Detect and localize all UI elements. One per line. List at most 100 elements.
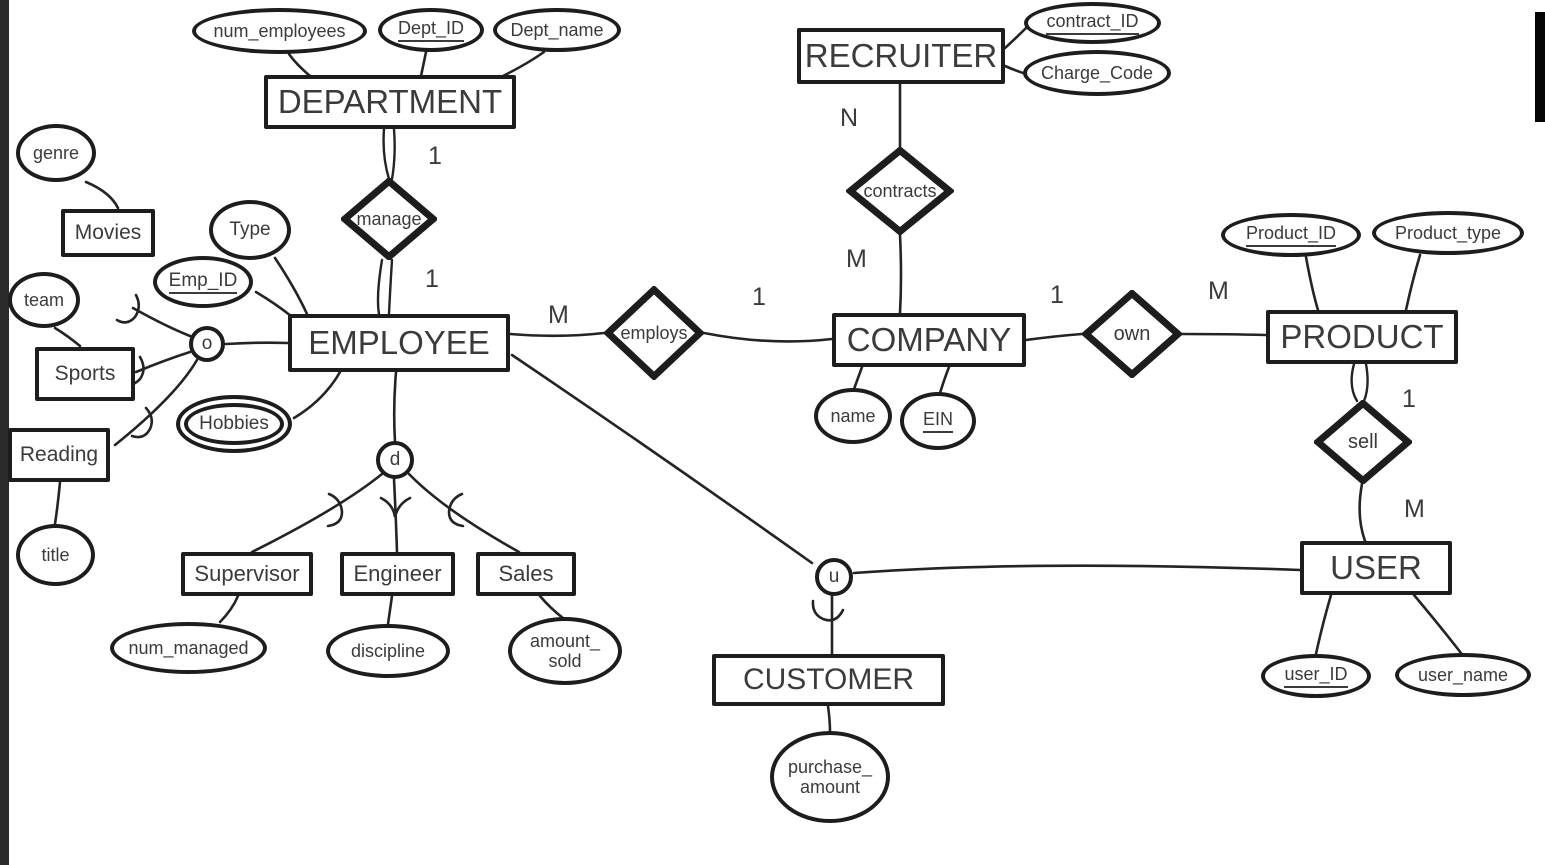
attribute-label: Type: [229, 219, 271, 241]
attribute-dept_name[interactable]: Dept_name: [493, 8, 621, 52]
subset-arc-sales: [447, 492, 465, 528]
attribute-label: Charge_Code: [1040, 62, 1154, 83]
cardinality-card-contracts-m: M: [846, 245, 867, 273]
entity-customer[interactable]: CUSTOMER: [712, 654, 945, 706]
edge-employs-company: [702, 331, 834, 343]
edge-movies-genre: [84, 180, 120, 210]
relationship-own[interactable]: own: [1082, 290, 1182, 378]
entity-sales[interactable]: Sales: [476, 552, 576, 596]
edge-contracts-company: [898, 233, 903, 315]
edge-product-sell-b: [1362, 362, 1369, 403]
attribute-genre[interactable]: genre: [16, 124, 96, 182]
entity-label: Sales: [498, 560, 554, 586]
attribute-discipline[interactable]: discipline: [326, 624, 450, 678]
edge-overlap-movies: [131, 306, 192, 338]
edge-manage-employee-a: [376, 258, 384, 316]
relationship-contracts[interactable]: contracts: [846, 147, 954, 235]
relationship-sell[interactable]: sell: [1314, 400, 1412, 484]
attribute-label: name: [830, 405, 876, 426]
attribute-label: num_employees: [213, 20, 346, 41]
edge-disjoint-supervisor: [250, 472, 384, 554]
edge-user-user-name: [1412, 593, 1463, 655]
cardinality-card-sell-top: 1: [1402, 385, 1416, 413]
entity-engineer[interactable]: Engineer: [340, 552, 455, 596]
edge-disjoint-engineer: [392, 477, 399, 554]
edge-overlap-sports: [134, 350, 192, 374]
relationship-label: contracts: [863, 180, 937, 201]
attribute-ein[interactable]: EIN: [900, 392, 976, 450]
attribute-team[interactable]: team: [8, 272, 80, 328]
specialization-overlap-hobby[interactable]: o: [189, 326, 225, 362]
entity-user[interactable]: USER: [1300, 541, 1452, 595]
attribute-label: title: [41, 544, 70, 565]
relationship-manage[interactable]: manage: [341, 178, 437, 260]
attribute-label: team: [23, 289, 65, 310]
entity-label: EMPLOYEE: [308, 323, 490, 361]
edge-customer-purchase-amount: [826, 704, 832, 734]
attribute-label: Dept_name: [510, 19, 604, 40]
entity-label: DEPARTMENT: [277, 82, 503, 120]
attribute-label: Emp_ID: [168, 270, 238, 295]
attribute-name[interactable]: name: [814, 388, 892, 444]
specialization-disjoint-emp[interactable]: d: [376, 441, 414, 479]
edge-employee-union: [510, 353, 814, 565]
subset-arc-customer: [811, 599, 845, 622]
entity-recruiter[interactable]: RECRUITER: [797, 28, 1005, 84]
edge-company-own: [1024, 332, 1084, 342]
entity-product[interactable]: PRODUCT: [1266, 310, 1458, 364]
attribute-product_type[interactable]: Product_type: [1372, 211, 1524, 255]
attribute-user_id[interactable]: user_ID: [1261, 654, 1371, 698]
edge-department-dept-name: [501, 50, 546, 78]
attribute-user_name[interactable]: user_name: [1395, 653, 1531, 697]
attribute-hobbies[interactable]: Hobbies: [176, 395, 292, 453]
entity-employee[interactable]: EMPLOYEE: [288, 314, 510, 372]
edge-sports-team: [53, 326, 82, 348]
edge-department-num-employees: [287, 52, 312, 78]
attribute-amount_sold[interactable]: amount_ sold: [508, 617, 622, 685]
entity-label: CUSTOMER: [742, 663, 915, 697]
er-diagram-canvas: DEPARTMENT EMPLOYEE RECRUITER COMPANY PRODUC…: [0, 0, 1545, 865]
edge-product-product-type: [1404, 253, 1422, 312]
entity-sports[interactable]: Sports: [35, 347, 135, 401]
cardinality-card-manage-top: 1: [428, 142, 442, 170]
attribute-label: Product_ID: [1245, 223, 1337, 247]
attribute-label: genre: [32, 142, 80, 163]
relationship-label: sell: [1347, 430, 1378, 453]
attribute-type[interactable]: Type: [209, 200, 291, 260]
relationship-employs[interactable]: employs: [604, 286, 704, 380]
attribute-num_employees[interactable]: num_employees: [192, 8, 367, 54]
edge-employee-overlap: [224, 341, 290, 346]
attribute-dept_id[interactable]: Dept_ID: [378, 8, 484, 52]
right-edge-strip: [1535, 12, 1545, 122]
entity-movies[interactable]: Movies: [61, 209, 155, 257]
attribute-contract_id[interactable]: contract_ID: [1024, 2, 1161, 44]
relationship-label: own: [1113, 322, 1151, 345]
attribute-num_managed[interactable]: num_managed: [110, 622, 267, 674]
attribute-emp_id[interactable]: Emp_ID: [153, 256, 253, 308]
entity-label: USER: [1330, 548, 1422, 586]
edge-supervisor-num-managed: [218, 594, 240, 624]
entity-supervisor[interactable]: Supervisor: [181, 552, 313, 596]
attribute-purchase_amount[interactable]: purchase_ amount: [770, 731, 890, 823]
edge-employee-disjoint: [392, 370, 398, 444]
attribute-label: EIN: [922, 409, 953, 433]
edge-product-sell-a: [1350, 362, 1359, 403]
attribute-title[interactable]: title: [16, 524, 95, 586]
edge-own-product: [1180, 332, 1268, 337]
entity-reading[interactable]: Reading: [8, 428, 110, 482]
edge-product-product-id: [1304, 255, 1320, 312]
specialization-symbol: d: [389, 449, 401, 471]
specialization-union-customer[interactable]: u: [815, 558, 853, 596]
attribute-charge_code[interactable]: Charge_Code: [1023, 50, 1171, 96]
edge-employee-hobbies: [292, 370, 342, 420]
edge-manage-employee-b: [387, 258, 394, 316]
entity-department[interactable]: DEPARTMENT: [264, 75, 516, 129]
attribute-label: Hobbies: [199, 413, 269, 435]
entity-label: Supervisor: [194, 560, 300, 586]
entity-company[interactable]: COMPANY: [832, 313, 1026, 367]
edge-company-name: [852, 365, 864, 391]
attribute-product_id[interactable]: Product_ID: [1221, 213, 1361, 257]
cardinality-card-employs-left: M: [548, 301, 569, 329]
cardinality-card-sell-bottom: M: [1404, 495, 1425, 523]
cardinality-card-employs-right: 1: [752, 283, 766, 311]
